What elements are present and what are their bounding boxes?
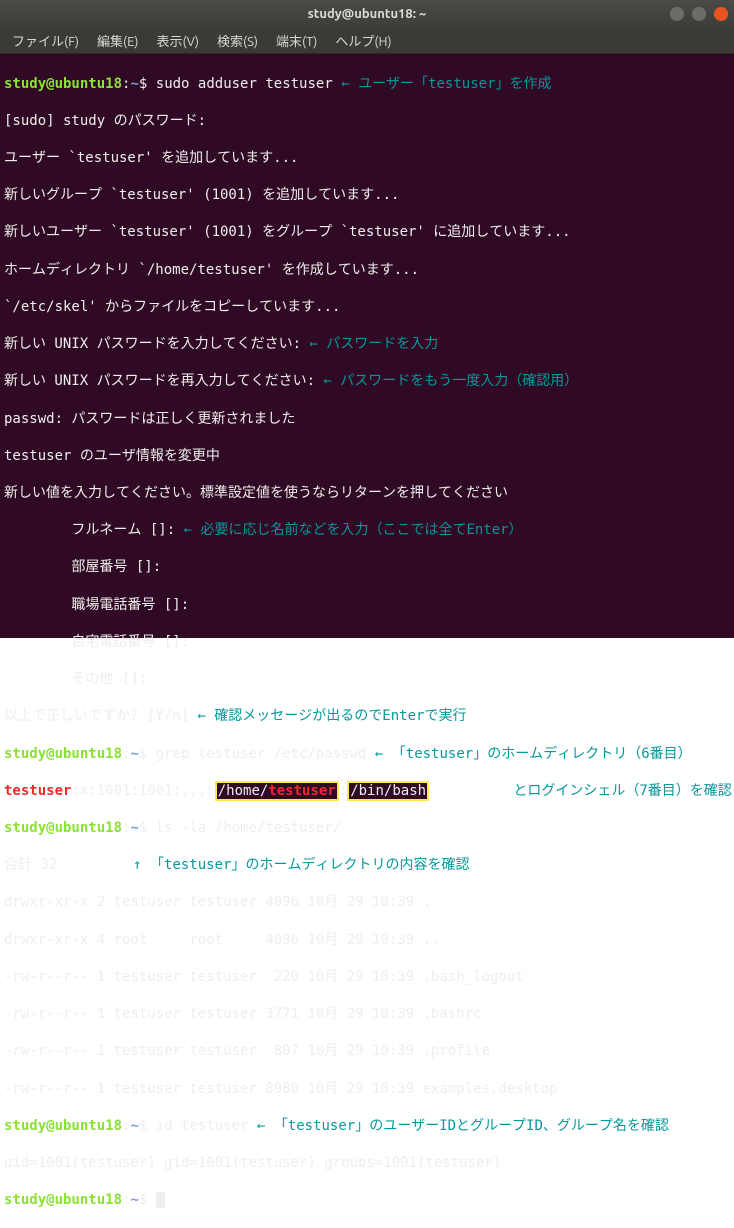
annotation: ← パスワードをもう一度入力（確認用） (315, 373, 578, 389)
output-line: -rw-r--r-- 1 testuser testuser 8980 10月 … (4, 1080, 730, 1099)
output-line: ホームディレクトリ `/home/testuser' を作成しています... (4, 261, 730, 280)
output-line: 以上で正しいですか? [Y/n] (4, 708, 189, 724)
window-title: study@ubuntu18: ~ (308, 7, 427, 21)
menu-view[interactable]: 表示(V) (149, 29, 207, 52)
grep-match: testuser (4, 783, 71, 799)
output-line: drwxr-xr-x 2 testuser testuser 4096 10月 … (4, 893, 730, 912)
prompt-user: study@ubuntu18 (4, 76, 122, 92)
annotation: ← 必要に応じ名前などを入力（ここでは全てEnter） (175, 522, 522, 538)
menu-help[interactable]: ヘルプ(H) (327, 29, 399, 52)
output-line: 部屋番号 []: (4, 558, 730, 577)
output-line: 新しい UNIX パスワードを入力してください: (4, 336, 301, 352)
menu-search[interactable]: 検索(S) (209, 29, 266, 52)
annotation: ← パスワードを入力 (301, 336, 438, 352)
output-line: uid=1001(testuser) gid=1001(testuser) gr… (4, 1154, 730, 1173)
annotation: ↑ 「testuser」のホームディレクトリの内容を確認 (57, 857, 469, 873)
prompt-user: study@ubuntu18 (4, 1118, 122, 1134)
titlebar: study@ubuntu18: ~ (0, 0, 734, 28)
prompt-path: ~ (130, 820, 138, 836)
output-line: 新しいユーザー `testuser' (1001) をグループ `testuse… (4, 223, 730, 242)
output-line: 自宅電話番号 []: (4, 633, 730, 652)
output-line: passwd: パスワードは正しく更新されました (4, 410, 730, 429)
command-id: id testuser (156, 1118, 249, 1134)
annotation: ← 確認メッセージが出るのでEnterで実行 (189, 708, 466, 724)
minimize-button[interactable] (670, 7, 684, 21)
menubar: ファイル(F) 編集(E) 表示(V) 検索(S) 端末(T) ヘルプ(H) (0, 28, 734, 54)
output-line: 職場電話番号 []: (4, 596, 730, 615)
output-line: 新しい値を入力してください。標準設定値を使うならリターンを押してください (4, 484, 730, 503)
output-line: -rw-r--r-- 1 testuser testuser 220 10月 2… (4, 968, 730, 987)
menu-file[interactable]: ファイル(F) (4, 29, 87, 52)
prompt-path: ~ (130, 1192, 138, 1208)
command-grep: grep testuser /etc/passwd (156, 746, 367, 762)
prompt-path: ~ (130, 76, 138, 92)
output-line: その他 []: (4, 670, 730, 689)
output-line: 新しいグループ `testuser' (1001) を追加しています... (4, 186, 730, 205)
output-line: フルネーム []: (4, 522, 175, 538)
command-ls: ls -la /home/testuser/ (156, 820, 341, 836)
prompt-user: study@ubuntu18 (4, 746, 122, 762)
terminal-body[interactable]: study@ubuntu18:~$ sudo adduser testuser … (0, 54, 734, 638)
output-line: -rw-r--r-- 1 testuser testuser 3771 10月 … (4, 1005, 730, 1024)
annotation: ← ユーザー「testuser」を作成 (333, 76, 552, 92)
output-line: :x:1001:1001:,,,: (71, 783, 214, 799)
prompt-user: study@ubuntu18 (4, 1192, 122, 1208)
prompt-user: study@ubuntu18 (4, 820, 122, 836)
output-line: ユーザー `testuser' を追加しています... (4, 149, 730, 168)
annotation: ← 「testuser」のユーザーIDとグループID、グループ名を確認 (248, 1118, 668, 1134)
maximize-button[interactable] (692, 7, 706, 21)
menu-edit[interactable]: 編集(E) (89, 29, 146, 52)
output-line: [sudo] study のパスワード: (4, 112, 730, 131)
highlight-box-shell: /bin/bash (347, 781, 429, 801)
output-line: 新しい UNIX パスワードを再入力してください: (4, 373, 315, 389)
prompt-dollar: $ (139, 76, 147, 92)
output-line: testuser のユーザ情報を変更中 (4, 447, 730, 466)
highlight-box-home: /home/testuser (215, 781, 339, 801)
prompt-path: ~ (130, 1118, 138, 1134)
window-buttons (670, 7, 728, 21)
annotation: とログインシェル（7番目）を確認 (429, 783, 732, 799)
output-line: -rw-r--r-- 1 testuser testuser 807 10月 2… (4, 1042, 730, 1061)
annotation: ← 「testuser」のホームディレクトリ（6番目） (366, 746, 691, 762)
output-line: `/etc/skel' からファイルをコピーしています... (4, 298, 730, 317)
menu-terminal[interactable]: 端末(T) (268, 29, 325, 52)
prompt-path: ~ (130, 746, 138, 762)
close-button[interactable] (714, 7, 728, 21)
command-adduser: sudo adduser testuser (156, 76, 333, 92)
output-line: 合計 32 (4, 857, 57, 873)
cursor (156, 1192, 165, 1208)
output-line: drwxr-xr-x 4 root root 4096 10月 29 10:39… (4, 931, 730, 950)
